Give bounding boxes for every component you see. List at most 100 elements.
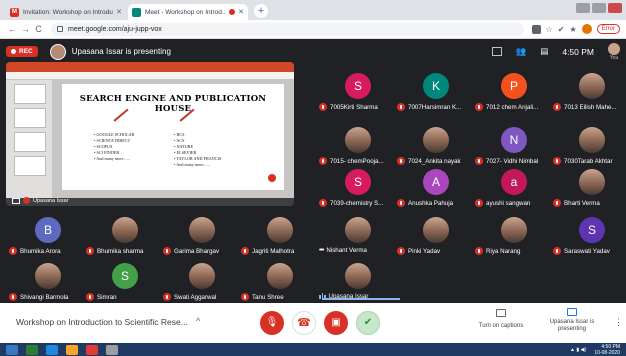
participant-tile[interactable]: A Anushka Pahuja	[397, 169, 453, 207]
leave-call-button[interactable]: ☎	[292, 311, 316, 335]
chevron-up-icon[interactable]: ^	[196, 316, 200, 326]
maximize-button[interactable]	[592, 3, 606, 13]
participant-tile[interactable]: Riya Narang	[475, 217, 527, 255]
participant-tile[interactable]: K 7007Harsimran K...	[397, 73, 461, 111]
participant-name: Bhumika Arora	[20, 247, 61, 255]
participant-tile[interactable]: S 7039-chemistry S...	[319, 169, 383, 207]
participant-tile[interactable]: Bharti Verma	[553, 169, 605, 207]
participant-name: Garima Bhargav	[174, 247, 220, 255]
participant-tile[interactable]: Garima Bhargav	[163, 217, 219, 255]
participant-avatar: K	[423, 73, 449, 99]
participant-tile[interactable]: Swati Aggarwal	[163, 263, 216, 301]
more-options-icon[interactable]: ⋮	[614, 317, 623, 328]
participant-label: Swati Aggarwal	[163, 293, 216, 301]
error-badge[interactable]: Error	[596, 24, 620, 34]
participant-tile[interactable]: S Simran	[86, 263, 138, 301]
self-view[interactable]: You	[608, 42, 620, 61]
bullet-text: SCI FINDER	[96, 150, 120, 155]
chrome-icon[interactable]	[86, 344, 98, 355]
participant-tile[interactable]: Tanu Shree	[241, 263, 293, 301]
new-tab-button[interactable]: +	[254, 4, 268, 18]
participant-tile[interactable]: S Saraswati Yadav	[553, 217, 610, 255]
ppt-toolbar	[6, 72, 294, 80]
mic-off-icon	[553, 157, 561, 165]
mic-off-icon	[397, 247, 405, 255]
participant-label: 7024_Ankita nayak	[397, 157, 461, 165]
participant-label: Anushka Pahuja	[397, 199, 453, 207]
bullet-text: RCS	[176, 132, 185, 137]
extension-area: ☆ ✔ ★ Error	[531, 24, 620, 34]
participant-tile[interactable]: Shivangi Barmola	[9, 263, 69, 301]
bullet-text: GOOGLE SCHOLAR	[96, 132, 135, 137]
participant-name: 7039-chemistry S...	[330, 199, 384, 207]
participant-tile[interactable]: a ayushi sangwan	[475, 169, 530, 207]
url-field[interactable]: meet.google.com/aju-jupp-vox	[51, 22, 524, 36]
windows-start-icon[interactable]	[6, 344, 18, 355]
participant-name: Saraswati Yadav	[564, 247, 610, 255]
participant-tile[interactable]: 7024_Ankita nayak	[397, 127, 461, 165]
close-tab-icon[interactable]: ✕	[238, 8, 244, 16]
browser-tab-bar: M Invitation: Workshop on Introdu... ✕ Meet…	[0, 0, 626, 20]
status-check-button[interactable]: ✔	[356, 311, 380, 335]
presenting-button[interactable]: Upasana Issar is presenting	[540, 308, 604, 333]
layout-grid-icon[interactable]	[491, 47, 502, 56]
participant-name: Pinki Yadav	[408, 247, 441, 255]
mic-off-icon	[553, 247, 561, 255]
participant-label: 7007Harsimran K...	[397, 103, 461, 111]
app-icon[interactable]	[106, 344, 118, 355]
mic-off-icon	[9, 247, 17, 255]
file-explorer-icon[interactable]	[66, 344, 78, 355]
participant-tile[interactable]: N 7027- Vidhi Nimbal	[475, 127, 538, 165]
browser-tab[interactable]: M Invitation: Workshop on Introdu... ✕	[6, 4, 126, 20]
minimize-button[interactable]	[576, 3, 590, 13]
top-right-controls: 👥 ▤ 4:50 PM You	[491, 39, 620, 64]
participant-label: Pinki Yadav	[397, 247, 440, 255]
tab-title: Invitation: Workshop on Introdu...	[23, 8, 114, 16]
mic-off-icon	[475, 103, 483, 111]
chat-icon[interactable]: ▤	[540, 46, 548, 57]
gmail-icon: M	[10, 7, 19, 17]
participant-tile[interactable]: Bhumika sharma	[86, 217, 143, 255]
slide-thumbnail	[14, 156, 46, 176]
camera-toggle-button[interactable]: ▣	[324, 311, 348, 335]
meeting-details-title[interactable]: Workshop on Introduction to Scientific R…	[16, 317, 188, 327]
participant-tile[interactable]: 7015- chemPooja...	[319, 127, 384, 165]
participant-label: Riya Narang	[475, 247, 520, 255]
lock-icon	[57, 26, 63, 32]
media-player-icon[interactable]	[26, 344, 38, 355]
slide-thumbnail	[14, 132, 46, 152]
close-window-button[interactable]	[608, 3, 622, 13]
reload-icon[interactable]: C	[32, 24, 45, 34]
participant-tile[interactable]: S 7005Kirti Sharma	[319, 73, 378, 111]
participant-tile[interactable]: ••• Nishant Verma	[319, 217, 371, 254]
participant-tile[interactable]: Pinki Yadav	[397, 217, 449, 255]
back-icon[interactable]: ←	[6, 24, 19, 34]
mic-toggle-button[interactable]: 🎙	[260, 311, 284, 335]
participant-tile[interactable]: P 7012 chem Anjali...	[475, 73, 538, 111]
close-tab-icon[interactable]: ✕	[116, 8, 122, 16]
participant-tile[interactable]: 7030Tarab Akhtar	[553, 127, 613, 165]
camera-indicator-icon[interactable]	[531, 24, 541, 34]
participant-tile[interactable]: 7013 Eilish Mahe...	[553, 73, 617, 111]
check-icon[interactable]: ✔	[558, 25, 565, 34]
puzzle-icon[interactable]: ★	[569, 25, 576, 34]
mic-off-icon	[241, 293, 249, 301]
browser-tab[interactable]: Meet - Workshop on Introd... ✕	[128, 4, 248, 20]
participant-name: Shivangi Barmola	[20, 293, 69, 301]
star-icon[interactable]: ☆	[546, 25, 553, 34]
participant-avatar: S	[345, 73, 371, 99]
participant-tile[interactable]: B Bhumika Arora	[9, 217, 61, 255]
participant-name: Riya Narang	[486, 247, 521, 255]
people-icon[interactable]: 👥	[516, 46, 527, 57]
ie-icon[interactable]	[46, 344, 58, 355]
captions-button[interactable]: Turn on captions	[470, 309, 532, 329]
presentation-tile[interactable]: SEARCH ENGINE AND PUBLICATION HOUSE • GO…	[6, 62, 294, 206]
forward-icon[interactable]: →	[19, 24, 32, 34]
participant-tile[interactable]: Jagriti Malhotra	[241, 217, 294, 255]
participant-avatar	[35, 263, 61, 289]
participant-label: Bhumika Arora	[9, 247, 61, 255]
mic-off-icon	[163, 293, 171, 301]
system-tray-icons[interactable]: ▲ ▮ ◀)	[570, 347, 586, 353]
participant-tile[interactable]: Upasana Issar	[319, 263, 371, 300]
profile-avatar[interactable]	[581, 24, 592, 34]
